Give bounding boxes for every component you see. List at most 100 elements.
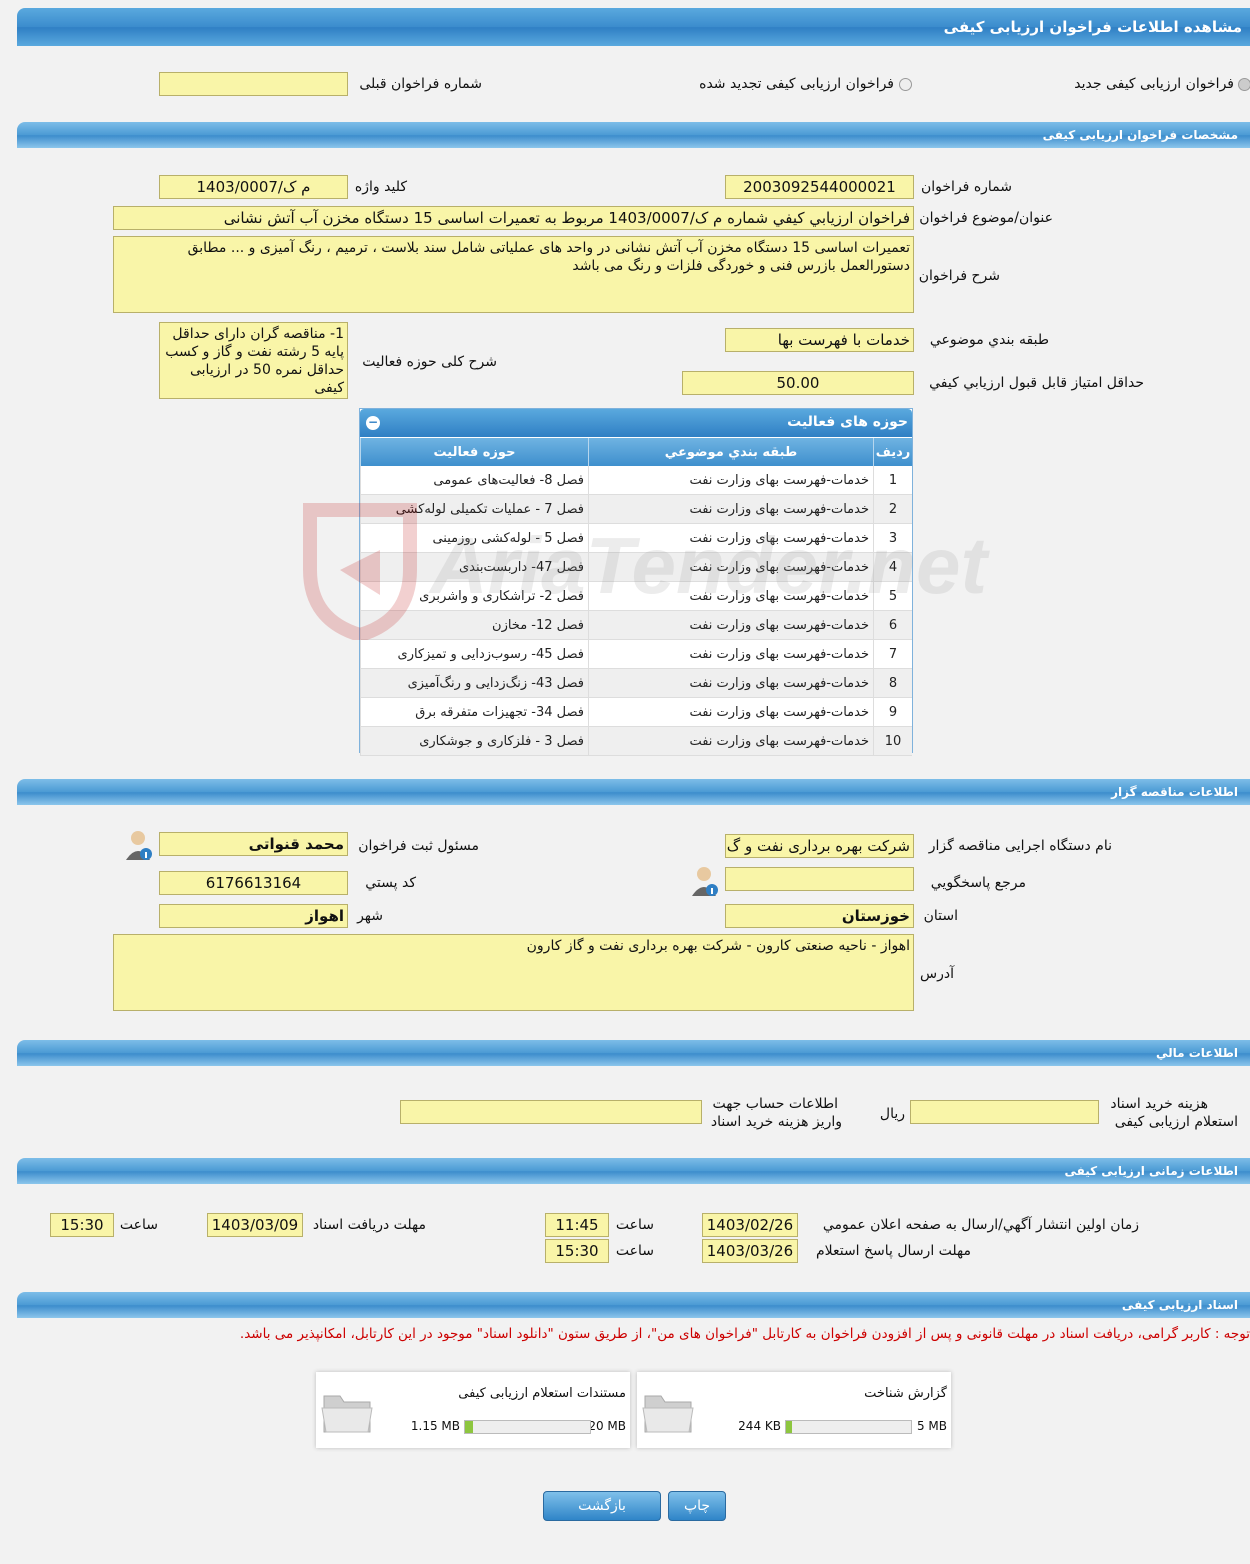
col-row-header[interactable]: رديف [873, 438, 912, 466]
table-row[interactable]: 7 خدمات-فهرست بهای وزارت نفت فصل 45- رسوب‌… [360, 639, 912, 669]
field-cell: فصل 3 - فلزکاری و جوشکاری [360, 726, 589, 756]
registrar-label: مسئول ثبت فراخوان [358, 838, 479, 854]
table-row[interactable]: 8 خدمات-فهرست بهای وزارت نفت فصل 43- زنگ‌ز… [360, 668, 912, 698]
table-row[interactable]: 10 خدمات-فهرست بهای وزارت نفت فصل 3 - فلزک… [360, 726, 912, 756]
doc-deadline-hour-label: ساعت [119, 1217, 158, 1233]
category-cell: خدمات-فهرست بهای وزارت نفت [588, 697, 874, 727]
publish-time-field[interactable]: 11:45 [545, 1213, 609, 1237]
documents-notice: توجه : کاربر گرامی، دریافت اسناد در مهلت… [239, 1326, 1250, 1342]
table-row[interactable]: 9 خدمات-فهرست بهای وزارت نفت فصل 34- تجهیز… [360, 697, 912, 727]
spec-section-title: مشخصات فراخوان ارزیابی کیفی [1042, 128, 1238, 142]
print-button[interactable]: چاپ [668, 1491, 726, 1521]
collapse-icon[interactable]: − [366, 416, 380, 430]
description-label: شرح فراخوان [918, 268, 1000, 284]
document-card[interactable]: گزارش شناخت 5 MB 244 KB [637, 1372, 951, 1448]
tenderer-section-header: اطلاعات مناقصه گزار [17, 779, 1250, 805]
col-category-header[interactable]: طبقه بندي موضوعي [588, 438, 874, 466]
ref-label: مرجع پاسخگويي [930, 875, 1026, 891]
document-max-size: 5 MB [916, 1419, 947, 1433]
category-field[interactable]: خدمات با فهرست بها [725, 328, 914, 352]
fee-field[interactable] [910, 1100, 1099, 1124]
documents-section-header: اسناد ارزیابی کیفی [17, 1292, 1250, 1318]
category-cell: خدمات-فهرست بهای وزارت نفت [588, 466, 874, 495]
description-field[interactable]: تعمیرات اساسی 15 دستگاه مخزن آب آتش نشان… [113, 236, 914, 313]
org-field[interactable]: شرکت بهره برداری نفت و گ [725, 834, 914, 858]
reply-hour-label: ساعت [615, 1243, 654, 1259]
publish-hour-label: ساعت [615, 1217, 654, 1233]
reply-deadline-date-field[interactable]: 1403/03/26 [702, 1239, 798, 1263]
category-cell: خدمات-فهرست بهای وزارت نفت [588, 726, 874, 756]
timing-section-title: اطلاعات زمانی ارزیابی کیفی [1064, 1164, 1238, 1178]
doc-deadline-label: مهلت دريافت اسناد [312, 1217, 426, 1233]
col-field-header[interactable]: حوزه فعالیت [360, 438, 589, 466]
row-number-cell: 10 [873, 726, 912, 756]
document-size-bar-fill [465, 1421, 473, 1433]
scope-label: شرح کلی حوزه فعالیت [362, 354, 497, 370]
account-field[interactable] [400, 1100, 702, 1124]
currency-label: ريال [879, 1106, 905, 1122]
row-number-cell: 1 [873, 466, 912, 495]
table-row[interactable]: 1 خدمات-فهرست بهای وزارت نفت فصل 8- فعالیت… [360, 466, 912, 495]
field-cell: فصل 8- فعالیت‌های عمومی [360, 466, 589, 495]
field-cell: فصل 43- زنگ‌زدایی و رنگ‌آمیزی [360, 668, 589, 698]
activity-panel-header: حوزه های فعالیت − [360, 409, 912, 437]
document-name: مستندات استعلام ارزیابی کیفی [458, 1386, 626, 1401]
province-label: استان [923, 908, 958, 924]
ref-field[interactable] [725, 867, 914, 891]
row-number-cell: 8 [873, 668, 912, 698]
min-score-label: حداقل امتياز قابل قبول ارزيابي كيفي [929, 375, 1144, 391]
scope-field[interactable]: 1- مناقصه گران دارای حداقل پایه 5 رشته ن… [159, 322, 348, 399]
document-size-bar [785, 1420, 912, 1434]
org-label: نام دستگاه اجرایی مناقصه گزار [928, 838, 1112, 854]
call-number-field[interactable]: 2003092544000021 [725, 175, 914, 199]
previous-number-label: شماره فراخوان قبلی [359, 76, 482, 92]
row-number-cell: 7 [873, 639, 912, 669]
publish-date-field[interactable]: 1403/02/26 [702, 1213, 798, 1237]
watermark-text: AriaTender.net [430, 521, 988, 610]
document-max-size: 20 MB [588, 1419, 626, 1433]
doc-deadline-time-field[interactable]: 15:30 [50, 1213, 114, 1237]
field-cell: فصل 45- رسوب‌زدایی و تمیزکاری [360, 639, 589, 669]
folder-icon [641, 1386, 695, 1440]
city-field[interactable]: اهواز [159, 904, 348, 928]
renewed-call-radio[interactable] [899, 78, 912, 91]
category-cell: خدمات-فهرست بهای وزارت نفت [588, 639, 874, 669]
publish-label: زمان اولين انتشار آگهي/ارسال به صفحه اعل… [822, 1217, 1139, 1233]
doc-deadline-date-field[interactable]: 1403/03/09 [207, 1213, 303, 1237]
document-size-bar [464, 1420, 591, 1434]
document-size: 1.15 MB [410, 1419, 460, 1433]
postal-field[interactable]: 6176613164 [159, 871, 348, 895]
row-number-cell: 9 [873, 697, 912, 727]
back-button[interactable]: بازگشت [543, 1491, 661, 1521]
registrar-field[interactable]: محمد قنواتی [159, 832, 348, 856]
watermark-logo: AriaTender.net [300, 500, 987, 640]
province-field[interactable]: خوزستان [725, 904, 914, 928]
subject-field[interactable]: فراخوان ارزيابي كيفي شماره م ک/1403/0007… [113, 206, 914, 230]
category-cell: خدمات-فهرست بهای وزارت نفت [588, 668, 874, 698]
address-field[interactable]: اهواز - ناحیه صنعتی کارون - شرکت بهره بر… [113, 934, 914, 1011]
postal-label: کد پستي [365, 875, 416, 891]
account-label-line1: اطلاعات حساب جهت [712, 1096, 838, 1112]
keyword-field[interactable]: م ک/1403/0007 [159, 175, 348, 199]
activity-panel-title: حوزه های فعالیت [787, 414, 908, 430]
fee-label-line1: هزینه خرید اسناد [1110, 1096, 1208, 1112]
document-card[interactable]: مستندات استعلام ارزیابی کیفی 20 MB 1.15 MB [316, 1372, 630, 1448]
timing-section-header: اطلاعات زمانی ارزیابی کیفی [17, 1158, 1250, 1184]
reply-deadline-time-field[interactable]: 15:30 [545, 1239, 609, 1263]
document-size: 244 KB [738, 1419, 781, 1433]
account-label-line2: واريز هزينه خريد اسناد [710, 1114, 842, 1130]
registrar-info-icon[interactable] [126, 830, 152, 860]
financial-section-title: اطلاعات مالي [1155, 1046, 1238, 1060]
subject-label: عنوان/موضوع فراخوان [919, 210, 1053, 226]
financial-section-header: اطلاعات مالي [17, 1040, 1250, 1066]
ref-info-icon[interactable] [692, 866, 718, 896]
new-call-radio[interactable] [1238, 78, 1250, 91]
tenderer-section-title: اطلاعات مناقصه گزار [1111, 785, 1238, 799]
fee-label-line2: استعلام ارزیابی کیفی [1114, 1114, 1238, 1130]
previous-number-field[interactable] [159, 72, 348, 96]
field-cell: فصل 34- تجهیزات متفرقه برق [360, 697, 589, 727]
min-score-field[interactable]: 50.00 [682, 371, 914, 395]
category-label: طبقه بندي موضوعي [929, 332, 1049, 348]
page-title: مشاهده اطلاعات فراخوان ارزیابی کیفی [943, 18, 1242, 36]
reply-deadline-label: مهلت ارسال پاسخ استعلام [815, 1243, 971, 1259]
